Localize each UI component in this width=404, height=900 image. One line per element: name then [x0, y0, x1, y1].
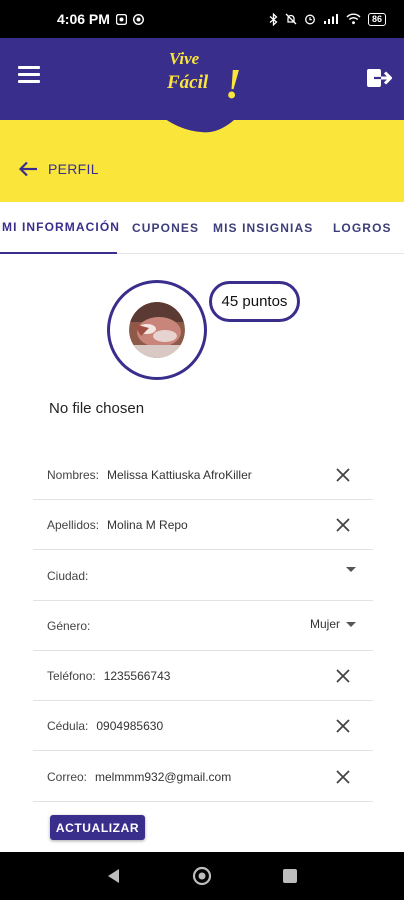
arrow-left-icon — [18, 161, 37, 177]
points-badge: 45 puntos — [209, 281, 300, 322]
battery-indicator: 86 — [367, 12, 386, 26]
tab-mi-informacion[interactable]: MI INFORMACIÓN — [0, 202, 119, 254]
cedula-label: Cédula: — [47, 718, 89, 733]
back-button[interactable]: PERFIL — [18, 161, 99, 177]
correo-label: Correo: — [47, 769, 88, 784]
avatar — [129, 302, 185, 358]
clear-cedula-icon[interactable] — [335, 718, 351, 734]
back-triangle-icon[interactable] — [104, 866, 124, 886]
field-nombres[interactable]: Nombres: Melissa Kattiuska AfroKiller — [33, 450, 373, 500]
wifi-icon — [346, 13, 361, 25]
apellidos-label: Apellidos: — [47, 517, 100, 532]
tab-mis-insignias[interactable]: MIS INSIGNIAS — [213, 202, 313, 254]
file-upload-status[interactable]: No file chosen — [49, 400, 144, 417]
genero-label: Género: — [47, 618, 91, 633]
signal-icon — [323, 14, 338, 24]
status-bar: 4:06 PM 86 — [0, 0, 404, 38]
genero-value: Mujer — [309, 617, 340, 631]
genero-select[interactable]: Mujer — [310, 617, 356, 631]
nombres-label: Nombres: — [47, 467, 100, 482]
mute-icon — [285, 13, 297, 25]
cedula-value: 0904985630 — [96, 718, 164, 733]
tab-logros[interactable]: LOGROS — [333, 202, 392, 254]
bluetooth-icon — [269, 12, 278, 26]
field-genero[interactable]: Género: Mujer — [33, 601, 373, 651]
ciudad-label: Ciudad: — [47, 568, 89, 583]
telefono-label: Teléfono: — [47, 668, 96, 683]
vive-facil-logo: Vive Fácil ! — [147, 38, 255, 133]
clear-nombres-icon[interactable] — [335, 467, 351, 483]
profile-tabs: MI INFORMACIÓN CUPONES MIS INSIGNIAS LOG… — [0, 202, 404, 254]
status-time: 4:06 PM — [57, 11, 110, 27]
ciudad-select[interactable] — [340, 567, 356, 572]
clear-apellidos-icon[interactable] — [335, 517, 351, 533]
correo-value: melmmm932@gmail.com — [95, 769, 232, 784]
telefono-value: 1235566743 — [103, 668, 171, 683]
recents-square-icon[interactable] — [280, 866, 300, 886]
menu-icon[interactable] — [18, 66, 40, 84]
logo-exclaim: ! — [225, 62, 241, 108]
alarm-icon — [305, 14, 315, 25]
field-correo[interactable]: Correo: melmmm932@gmail.com — [33, 752, 373, 802]
avatar-upload[interactable] — [107, 280, 207, 380]
field-cedula[interactable]: Cédula: 0904985630 — [33, 701, 373, 751]
logo-text-line1: Vive — [169, 49, 200, 68]
nombres-value: Melissa Kattiuska AfroKiller — [107, 467, 252, 482]
actualizar-button[interactable]: ACTUALIZAR — [50, 815, 145, 840]
chevron-down-icon — [346, 621, 356, 627]
field-ciudad[interactable]: Ciudad: — [33, 551, 373, 601]
field-apellidos[interactable]: Apellidos: Molina M Repo — [33, 500, 373, 550]
back-label: PERFIL — [48, 161, 99, 177]
chevron-down-icon — [346, 567, 356, 572]
clear-correo-icon[interactable] — [335, 769, 351, 785]
field-telefono[interactable]: Teléfono: 1235566743 — [33, 651, 373, 701]
tab-cupones[interactable]: CUPONES — [132, 202, 199, 254]
logout-icon[interactable] — [366, 66, 392, 90]
clear-telefono-icon[interactable] — [335, 668, 351, 684]
apellidos-value: Molina M Repo — [107, 517, 188, 532]
logo-text-line2: Fácil — [166, 72, 209, 93]
notification-icon — [115, 13, 127, 25]
system-nav-bar — [0, 852, 404, 900]
home-circle-icon[interactable] — [192, 866, 212, 886]
app-notification-icon — [132, 13, 144, 25]
